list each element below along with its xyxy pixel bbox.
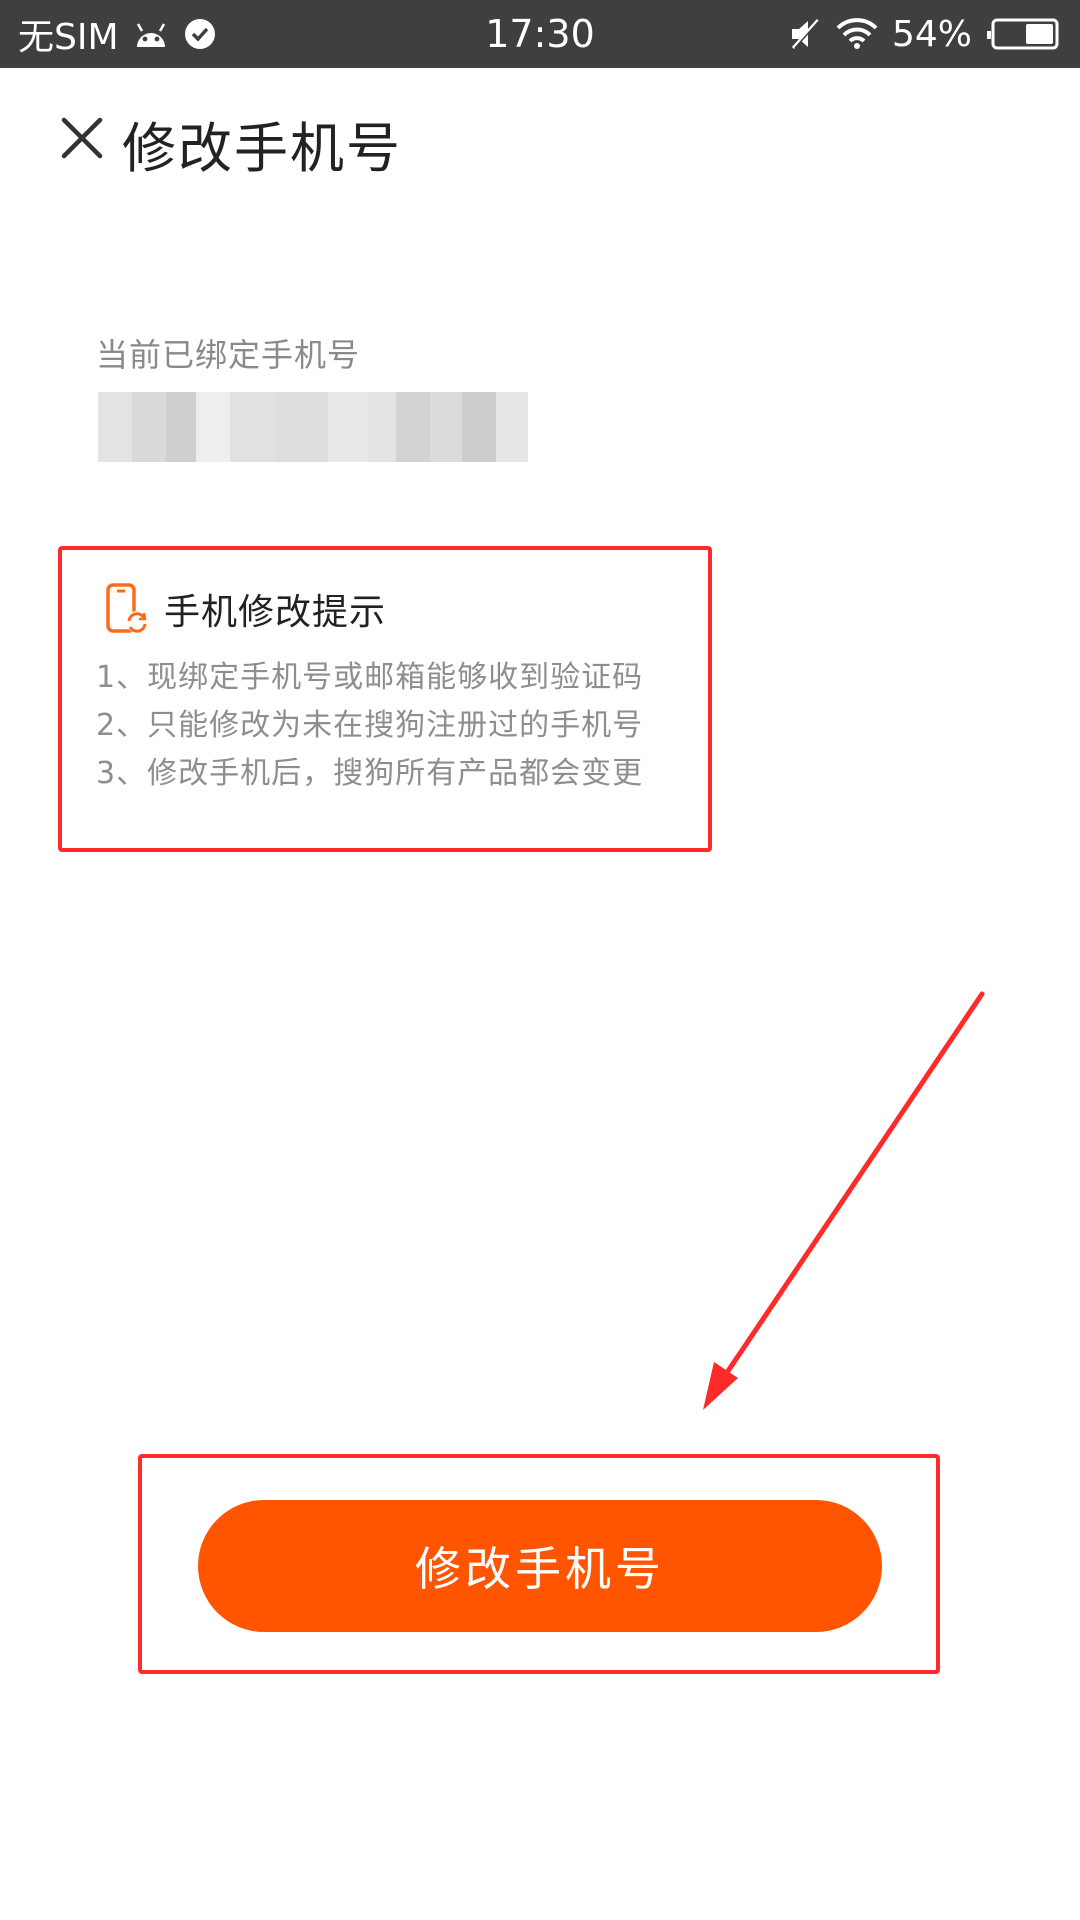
mosaic-block: [276, 392, 328, 462]
mosaic-block: [196, 392, 230, 462]
screen: 无SIM 17:30 54% 修改手机号 当前已绑定手机号 手机修改提示 1、现…: [0, 0, 1080, 1920]
mosaic-block: [496, 392, 528, 462]
status-right: 54%: [788, 0, 1060, 68]
tips-header: 手机修改提示: [104, 582, 386, 636]
tips-list: 1、现绑定手机号或邮箱能够收到验证码 2、只能修改为未在搜狗注册过的手机号 3、…: [96, 654, 643, 798]
close-button[interactable]: [56, 112, 108, 164]
android-icon: [133, 19, 169, 49]
wifi-icon: [836, 18, 878, 50]
page-title: 修改手机号: [122, 117, 402, 180]
tip-item: 1、现绑定手机号或邮箱能够收到验证码: [96, 660, 644, 695]
mosaic-block: [230, 392, 276, 462]
mosaic-block: [430, 392, 462, 462]
mosaic-block: [396, 392, 430, 462]
status-left: 无SIM: [18, 0, 217, 68]
current-phone-label: 当前已绑定手机号: [96, 336, 361, 374]
close-icon: [61, 117, 103, 159]
mosaic-block: [132, 392, 166, 462]
carrier-text: 无SIM: [18, 17, 119, 58]
masked-phone-number: [98, 392, 528, 462]
battery-icon: [986, 18, 1060, 50]
clock-text: 17:30: [485, 12, 595, 56]
header: 修改手机号: [0, 68, 1080, 208]
battery-text: 54%: [891, 13, 972, 55]
mosaic-block: [166, 392, 196, 462]
phone-refresh-icon: [106, 583, 148, 633]
mosaic-block: [328, 392, 368, 462]
mute-icon: [788, 17, 822, 51]
mosaic-block: [462, 392, 496, 462]
change-phone-button[interactable]: 修改手机号: [198, 1500, 882, 1632]
tips-title: 手机修改提示: [164, 592, 387, 633]
tip-item: 3、修改手机后，搜狗所有产品都会变更: [96, 756, 644, 791]
tips-box: 手机修改提示 1、现绑定手机号或邮箱能够收到验证码 2、只能修改为未在搜狗注册过…: [58, 546, 712, 852]
tip-item: 2、只能修改为未在搜狗注册过的手机号: [96, 708, 644, 743]
mosaic-block: [368, 392, 396, 462]
check-circle-icon: [183, 17, 217, 51]
mosaic-block: [98, 392, 132, 462]
status-bar: 无SIM 17:30 54%: [0, 0, 1080, 68]
